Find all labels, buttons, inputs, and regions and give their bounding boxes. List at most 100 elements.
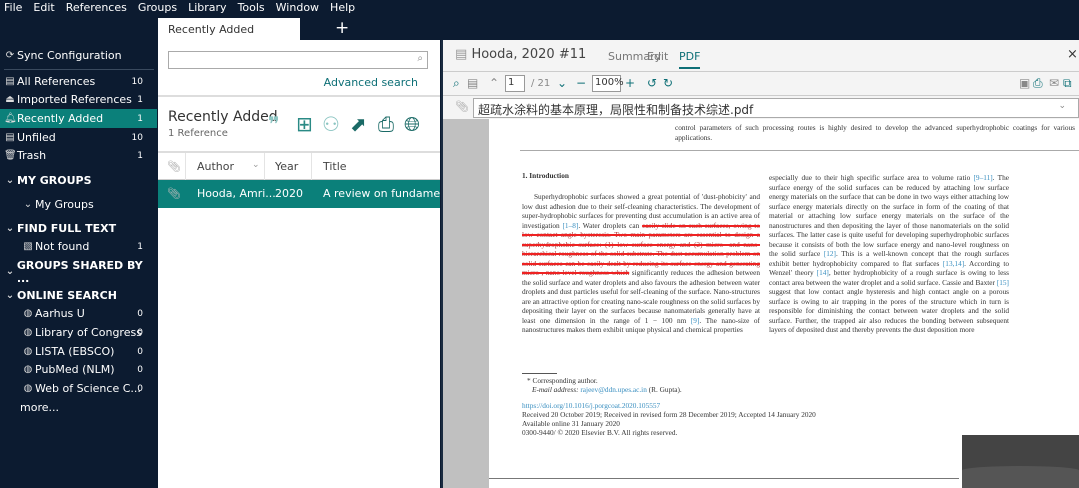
rotate-right-icon[interactable]: ↻ — [663, 76, 673, 90]
sidebar-item-not-found[interactable]: ▧ Not found 1 — [0, 237, 157, 256]
group-title: Recently Added — [168, 109, 278, 125]
sidebar-item-recently-added[interactable]: 🔔︎ Recently Added 1 — [0, 109, 157, 128]
cell-year: 2020 — [275, 187, 303, 200]
globe-icon: ◍ — [23, 308, 33, 319]
find-full-text-header[interactable]: ⌄ FIND FULL TEXT — [0, 219, 157, 238]
my-groups-header[interactable]: ⌄ MY GROUPS — [0, 171, 157, 190]
menu-tools[interactable]: Tools — [238, 0, 265, 18]
menu-help[interactable]: Help — [330, 0, 355, 18]
previous-page-icon[interactable]: ⌃ — [489, 76, 499, 90]
rotate-left-icon[interactable]: ↺ — [647, 76, 657, 90]
menu-groups[interactable]: Groups — [138, 0, 177, 18]
add-user-icon[interactable]: ⚇ — [322, 112, 340, 136]
column-separator — [185, 153, 186, 180]
online-search-header[interactable]: ⌄ ONLINE SEARCH — [0, 286, 157, 305]
reference-count: 1 Reference — [168, 128, 228, 139]
next-page-icon[interactable]: ⌄ — [557, 76, 567, 90]
add-to-clipboard-icon[interactable]: ⊞ — [296, 112, 313, 136]
zoom-out-icon[interactable]: − — [576, 76, 586, 90]
sidebar-item-trash[interactable]: 🗑︎ Trash 1 — [0, 146, 157, 165]
reference-title: ▤ Hooda, 2020 #11 — [455, 47, 587, 62]
page-bottom-edge — [489, 478, 959, 479]
chevron-down-icon: ⌄ — [5, 290, 15, 301]
groups-shared-header[interactable]: ⌄ GROUPS SHARED BY ... — [0, 259, 157, 285]
email-link[interactable]: rajeev@ddn.upes.ac.in — [580, 385, 647, 394]
overlay-shape — [962, 466, 1079, 488]
print-icon[interactable]: ⎙ — [1033, 76, 1043, 91]
close-icon[interactable]: × — [1067, 47, 1078, 62]
attachment-icon: 📎︎ — [455, 100, 469, 113]
search-icon: ⌕ — [417, 53, 423, 64]
sidebar-item-my-groups[interactable]: ⌄ My Groups — [0, 195, 157, 214]
menu-references[interactable]: References — [66, 0, 127, 18]
save-icon[interactable]: ▣ — [1019, 76, 1030, 90]
email-icon[interactable]: ✉ — [1049, 76, 1059, 90]
find-pdf-icon[interactable]: ⎙ — [378, 112, 394, 136]
globe-icon[interactable]: 🌐︎ — [404, 112, 420, 136]
sidebar-item-unfiled[interactable]: ▤ Unfiled 10 — [0, 128, 157, 147]
attachment-select[interactable]: 超疏水涂料的基本原理，局限性和制备技术综述.pdf ⌄ — [473, 98, 1079, 118]
zoom-input[interactable]: 100% — [592, 75, 624, 92]
menu-library[interactable]: Library — [188, 0, 226, 18]
sidebar-item-all-references[interactable]: ▤ All References 10 — [0, 72, 157, 91]
open-external-icon[interactable]: ⧉ — [1063, 76, 1072, 91]
page-number-input[interactable]: 1 — [505, 75, 525, 92]
quote-icon[interactable]: ❞ — [268, 112, 280, 136]
column-year[interactable]: Year — [275, 160, 298, 173]
search-icon[interactable]: ⌕ — [453, 76, 460, 91]
online-library-of-congress[interactable]: ◍ Library of Congress 0 — [0, 323, 157, 342]
add-tab-button[interactable]: + — [335, 18, 349, 38]
citation-link[interactable]: [12] — [824, 249, 836, 258]
globe-icon: ◍ — [23, 364, 33, 375]
tab-recently-added[interactable]: Recently Added — [158, 18, 300, 40]
sidebar: ⟳ Sync Configuration ▤ All References 10 ⏏ I… — [0, 40, 157, 488]
search-input[interactable]: ⌕ — [168, 51, 428, 69]
online-lista[interactable]: ◍ LISTA (EBSCO) 0 — [0, 342, 157, 361]
trash-icon: 🗑︎ — [4, 150, 17, 161]
online-pubmed[interactable]: ◍ PubMed (NLM) 0 — [0, 360, 157, 379]
advanced-search-link[interactable]: Advanced search — [324, 76, 418, 89]
citation-link[interactable]: [13,14] — [943, 259, 964, 268]
column-author[interactable]: Author — [197, 160, 234, 173]
citation-link[interactable]: [1–8] — [563, 221, 579, 230]
online-web-of-science[interactable]: ◍ Web of Science C... 0 — [0, 379, 157, 398]
menu-edit[interactable]: Edit — [33, 0, 54, 18]
online-aarhus[interactable]: ◍ Aarhus U0 — [0, 304, 157, 323]
menu-file[interactable]: File — [4, 0, 22, 18]
intro-left-column: Superhydrophobic surfaces showed a great… — [522, 192, 761, 334]
section-heading: 1. Introduction — [522, 171, 569, 180]
menu-window[interactable]: Window — [276, 0, 319, 18]
table-row[interactable]: 📎︎ Hooda, Amri... 2020 A review on funda… — [158, 180, 467, 208]
divider — [4, 69, 154, 70]
pdf-viewer[interactable]: control parameters of such processing ro… — [443, 119, 1079, 488]
globe-icon: ◍ — [23, 346, 33, 357]
cell-author: Hooda, Amri... — [197, 187, 276, 200]
menu-bar: File Edit References Groups Library Tool… — [0, 0, 1079, 18]
citation-link[interactable]: [15] — [997, 278, 1009, 287]
chevron-down-icon: ⌄ — [1058, 101, 1066, 111]
sync-icon: ⟳ — [5, 50, 15, 61]
tab-pdf[interactable]: PDF — [679, 50, 701, 69]
bell-icon: 🔔︎ — [4, 113, 17, 124]
sync-configuration[interactable]: ⟳ Sync Configuration — [0, 46, 157, 65]
export-arrow-icon[interactable]: ⬈ — [350, 112, 367, 136]
sort-chevron-icon[interactable]: ⌄ — [252, 160, 260, 170]
globe-icon: ◍ — [23, 383, 33, 394]
zoom-in-icon[interactable]: + — [625, 76, 635, 90]
annotations-icon[interactable]: ▤ — [467, 76, 478, 90]
globe-icon: ◍ — [23, 327, 33, 338]
import-icon: ⏏ — [5, 94, 15, 105]
attachment-icon: 📎︎ — [167, 187, 181, 200]
citation-link[interactable]: [9–11] — [973, 173, 992, 182]
intro-right-column: especially due to their high specific su… — [769, 173, 1010, 334]
table-header: 📎︎ Author ⌄ Year Title — [158, 153, 440, 180]
clipboard-icon: ▤ — [455, 47, 468, 62]
tab-edit[interactable]: Edit — [647, 50, 668, 63]
column-title[interactable]: Title — [323, 160, 347, 173]
abstract-end: control parameters of such processing ro… — [675, 123, 1075, 142]
reference-panel: ▤ Hooda, 2020 #11 Summary Edit PDF × ⌕ ▤… — [441, 40, 1079, 488]
attachment-row: 📎︎ 超疏水涂料的基本原理，局限性和制备技术综述.pdf ⌄ — [443, 97, 1079, 119]
sidebar-item-imported[interactable]: ⏏ Imported References 1 — [0, 90, 157, 109]
citation-link[interactable]: [14] — [817, 268, 829, 277]
online-more-link[interactable]: more... — [0, 398, 157, 417]
